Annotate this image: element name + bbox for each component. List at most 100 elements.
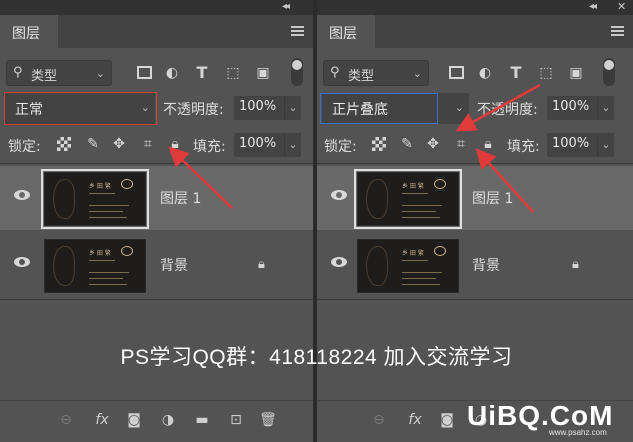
panel-topbar: ◂◂ ✕: [317, 0, 633, 15]
chevron-down-icon: ⌄: [454, 101, 464, 114]
smart-object-filter-icon[interactable]: ▣: [254, 64, 272, 82]
new-layer-icon[interactable]: ⊡: [226, 410, 246, 430]
lock-label: 锁定:: [8, 139, 41, 155]
opacity-input[interactable]: 100%: [234, 96, 284, 120]
layer-row-background[interactable]: 乡 田 繁 背景 🔒︎: [0, 233, 313, 297]
panel-menu-icon[interactable]: [611, 26, 624, 36]
search-icon: ⚲: [330, 65, 340, 80]
filter-kind-select[interactable]: ⚲ 类型 ⌄: [6, 60, 112, 86]
opacity-label: 不透明度:: [477, 102, 538, 118]
card-line: [402, 217, 440, 218]
lock-position-icon[interactable]: ✥: [424, 135, 442, 153]
fx-icon[interactable]: fx: [92, 410, 112, 430]
card-line: [89, 278, 123, 279]
fill-input[interactable]: 100%: [234, 133, 284, 157]
card-name-text: 乡 田 繁: [402, 183, 424, 190]
tab-layers[interactable]: 图层: [317, 15, 375, 48]
visibility-eye-icon[interactable]: [331, 190, 347, 200]
tab-layers[interactable]: 图层: [0, 15, 58, 48]
visibility-eye-icon[interactable]: [14, 257, 30, 267]
layers-panel-right: ◂◂ ✕ 图层 ⚲ 类型 ⌄ ◐ T ⬚ ▣ 正片叠底 ⌄ 不透明度: 100%…: [317, 0, 633, 442]
divider: [317, 163, 633, 164]
lock-image-pixels-icon[interactable]: ✎: [84, 135, 102, 153]
image-filter-icon[interactable]: [449, 66, 464, 79]
layer-row-background[interactable]: 乡 田 繁 背景 🔒︎: [317, 233, 633, 297]
type-filter-icon[interactable]: T: [507, 64, 525, 82]
type-filter-icon[interactable]: T: [193, 64, 211, 82]
highlight-box-blue: [320, 93, 438, 124]
card-line: [89, 211, 123, 212]
opacity-dropdown-button[interactable]: ⌄: [597, 96, 614, 120]
lock-transparent-pixels-icon[interactable]: [372, 137, 386, 151]
site-watermark: UiBQ.CoM www.psahz.com: [459, 398, 627, 438]
collapse-panel-icon[interactable]: ◂◂: [282, 1, 290, 12]
filter-toggle[interactable]: [291, 58, 303, 86]
fill-dropdown-button[interactable]: ⌄: [597, 133, 614, 157]
card-name-text: 乡 田 繁: [89, 250, 111, 257]
card-line: [89, 205, 129, 206]
layer-name[interactable]: 图层 1: [160, 188, 201, 208]
add-mask-icon[interactable]: ◙: [124, 410, 144, 430]
fill-input[interactable]: 100%: [547, 133, 597, 157]
adjustment-filter-icon[interactable]: ◐: [163, 64, 181, 82]
layer-name[interactable]: 背景: [472, 255, 500, 275]
lock-label: 锁定:: [324, 139, 357, 155]
chevron-down-icon: ⌄: [412, 67, 422, 80]
close-icon[interactable]: ✕: [617, 0, 626, 13]
trash-icon[interactable]: 🗑︎: [258, 410, 278, 430]
layer-row-layer1[interactable]: 乡 田 繁 图层 1: [0, 166, 313, 230]
visibility-eye-icon[interactable]: [14, 190, 30, 200]
layer-name[interactable]: 图层 1: [472, 188, 513, 208]
visibility-eye-icon[interactable]: [331, 257, 347, 267]
layer-thumbnail: 乡 田 繁: [354, 169, 462, 229]
lock-image-pixels-icon[interactable]: ✎: [398, 135, 416, 153]
card-line: [402, 284, 440, 285]
card-mark-art: [434, 179, 446, 189]
chevron-down-icon: ⌄: [95, 67, 105, 80]
divider: [317, 299, 633, 300]
lock-artboard-icon[interactable]: ⌗: [139, 135, 157, 153]
card-name-text: 乡 田 繁: [89, 183, 111, 190]
lock-position-icon[interactable]: ✥: [110, 135, 128, 153]
filter-kind-select[interactable]: ⚲ 类型 ⌄: [323, 60, 429, 86]
add-mask-icon[interactable]: ◙: [437, 410, 457, 430]
new-group-icon[interactable]: ▬: [192, 410, 212, 430]
lock-all-icon[interactable]: 🔒︎: [479, 135, 497, 153]
lock-all-icon[interactable]: 🔒︎: [166, 135, 184, 153]
overlay-caption: PS学习QQ群：418118224 加入交流学习: [120, 346, 513, 369]
layer-thumbnail: 乡 田 繁: [44, 239, 146, 293]
adjustment-layer-icon[interactable]: ◑: [158, 410, 178, 430]
layer-thumbnail: 乡 田 繁: [41, 169, 149, 229]
layer-name[interactable]: 背景: [160, 255, 188, 275]
filter-toggle[interactable]: [603, 58, 615, 86]
fx-icon[interactable]: fx: [405, 410, 425, 430]
lock-transparent-pixels-icon[interactable]: [57, 137, 71, 151]
card-line: [89, 217, 127, 218]
opacity-dropdown-button[interactable]: ⌄: [284, 96, 301, 120]
card-mark-art: [121, 246, 133, 256]
card-line: [402, 205, 442, 206]
panel-tab-row: 图层: [317, 15, 633, 48]
layers-bottom-bar: ⊖ fx ◙ ◑ ▬ ⊡ 🗑︎: [0, 400, 313, 442]
image-filter-icon[interactable]: [137, 66, 152, 79]
adjustment-filter-icon[interactable]: ◐: [476, 64, 494, 82]
opacity-label: 不透明度:: [163, 102, 224, 118]
card-mark-art: [434, 246, 446, 256]
collapse-panel-icon[interactable]: ◂◂: [589, 1, 597, 12]
card-logo-art: [53, 179, 75, 219]
opacity-input[interactable]: 100%: [547, 96, 597, 120]
card-line: [89, 272, 129, 273]
layer-thumbnail: 乡 田 繁: [357, 239, 459, 293]
smart-object-filter-icon[interactable]: ▣: [567, 64, 585, 82]
panel-menu-icon[interactable]: [291, 26, 304, 36]
lock-artboard-icon[interactable]: ⌗: [452, 135, 470, 153]
fill-dropdown-button[interactable]: ⌄: [284, 133, 301, 157]
link-layers-icon[interactable]: ⊖: [369, 410, 389, 430]
card-line: [402, 211, 436, 212]
lock-icon: 🔒︎: [572, 257, 579, 272]
layer-row-layer1[interactable]: 乡 田 繁 图层 1: [317, 166, 633, 230]
lock-icon: 🔒︎: [258, 257, 265, 272]
link-layers-icon[interactable]: ⊖: [56, 410, 76, 430]
shape-filter-icon[interactable]: ⬚: [224, 64, 242, 82]
shape-filter-icon[interactable]: ⬚: [537, 64, 555, 82]
